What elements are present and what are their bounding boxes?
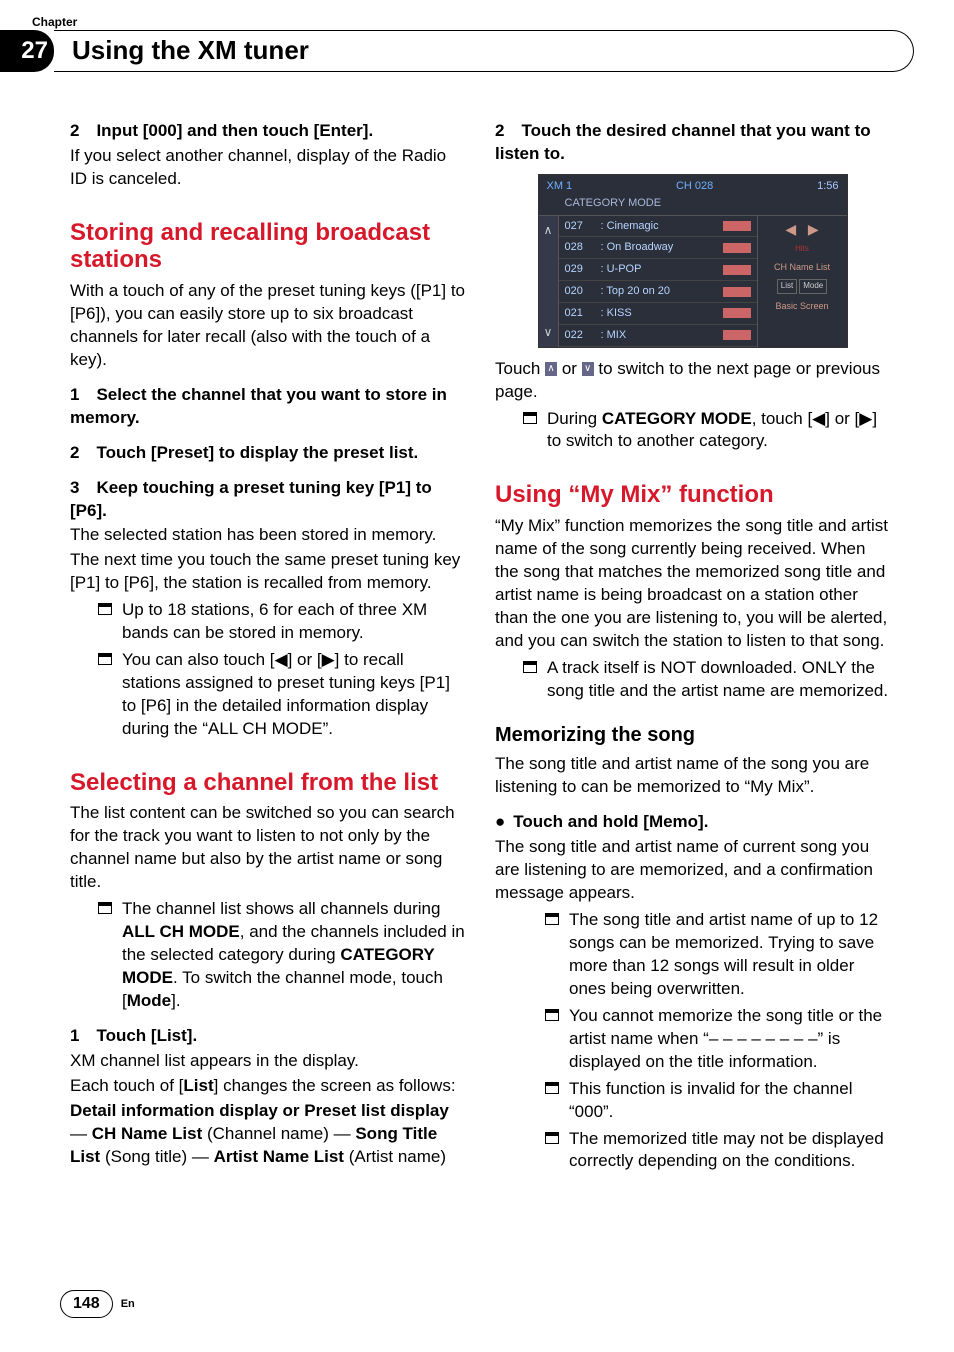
xm-screenshot: XM 1 CH 028 1:56 CATEGORY MODE ∧ ∨ 027: … — [538, 174, 848, 348]
memo-step: Touch and hold [Memo]. — [495, 811, 890, 834]
select-body: The list content can be switched so you … — [70, 802, 465, 894]
memo-note2: You cannot memorize the song title or th… — [495, 1005, 890, 1074]
store-step3-body1: The selected station has been stored in … — [70, 524, 465, 547]
ss-row[interactable]: 022: MIX — [559, 325, 757, 347]
ss-hits-label: Hits — [795, 244, 809, 255]
memo-note4: The memorized title may not be displayed… — [495, 1128, 890, 1174]
ss-ch-label: CH 028 — [676, 179, 713, 194]
memo-step-body: The song title and artist name of curren… — [495, 836, 890, 905]
store-step3: 3 Keep touching a preset tuning key [P1]… — [70, 477, 465, 523]
store-note1: Up to 18 stations, 6 for each of three X… — [70, 599, 465, 645]
ss-list-button[interactable]: List — [777, 279, 797, 294]
chapter-title-pill: Using the XM tuner — [54, 30, 914, 72]
select-flow: Detail information display or Preset lis… — [70, 1100, 465, 1169]
store-note2: You can also touch [◀] or [▶] to recall … — [70, 649, 465, 741]
store-step3-body2: The next time you touch the same preset … — [70, 549, 465, 595]
touch-scroll-body: Touch ∧ or ∨ to switch to the next page … — [495, 358, 890, 404]
ss-row[interactable]: 028: On Broadway — [559, 237, 757, 259]
ss-mode-label: CATEGORY MODE — [539, 196, 847, 216]
heading-selecting: Selecting a channel from the list — [70, 769, 465, 797]
storing-body: With a touch of any of the preset tuning… — [70, 280, 465, 372]
step-input-000: 2 Input [000] and then touch [Enter]. — [70, 120, 465, 143]
ss-basic-button[interactable]: Basic Screen — [775, 300, 828, 312]
heading-mymix: Using “My Mix” function — [495, 481, 890, 509]
mymix-body: “My Mix” function memorizes the song tit… — [495, 515, 890, 653]
select-step1-body1: XM channel list appears in the display. — [70, 1050, 465, 1073]
ss-row[interactable]: 020: Top 20 on 20 — [559, 281, 757, 303]
store-step2: 2 Touch [Preset] to display the preset l… — [70, 442, 465, 465]
note-icon — [523, 661, 537, 673]
right-triangle-icon: ▶ — [322, 650, 335, 669]
left-triangle-icon: ◀ — [812, 409, 825, 428]
page-footer: 148 En — [60, 1290, 135, 1318]
memo-note3: This function is invalid for the channel… — [495, 1078, 890, 1124]
ss-row[interactable]: 027: Cinemagic — [559, 216, 757, 238]
page-lang: En — [121, 1297, 135, 1312]
ss-right-panel: ◀ ▶ Hits CH Name List List Mode Basic Sc… — [757, 216, 847, 347]
heading-memorizing: Memorizing the song — [495, 722, 890, 749]
left-column: 2 Input [000] and then touch [Enter]. If… — [70, 120, 465, 1173]
right-triangle-icon: ▶ — [859, 409, 872, 428]
note-icon — [545, 1082, 559, 1094]
mymix-note: A track itself is NOT downloaded. ONLY t… — [495, 657, 890, 703]
select-note: The channel list shows all channels duri… — [70, 898, 465, 1013]
memo-note1: The song title and artist name of up to … — [495, 909, 890, 1001]
select-step1-body2: Each touch of [List] changes the screen … — [70, 1075, 465, 1098]
note-icon — [545, 1009, 559, 1021]
ss-mode-button[interactable]: Mode — [799, 279, 827, 294]
page-number: 148 — [60, 1290, 113, 1318]
right-column: 2 Touch the desired channel that you wan… — [495, 120, 890, 1173]
ss-scroll-bar[interactable]: ∧ ∨ — [539, 216, 559, 347]
category-mode-note: During CATEGORY MODE, touch [◀] or [▶] t… — [495, 408, 890, 454]
chapter-title: Using the XM tuner — [72, 33, 309, 68]
note-icon — [98, 902, 112, 914]
heading-storing: Storing and recalling broadcast stations — [70, 219, 465, 274]
ss-chname-button[interactable]: CH Name List — [774, 261, 830, 273]
up-arrow-icon[interactable]: ∧ — [544, 222, 553, 238]
memo-body: The song title and artist name of the so… — [495, 753, 890, 799]
chapter-label: Chapter — [32, 14, 77, 30]
store-step1: 1 Select the channel that you want to st… — [70, 384, 465, 430]
scroll-down-icon: ∨ — [582, 362, 594, 376]
note-icon — [545, 913, 559, 925]
ss-channel-list: 027: Cinemagic 028: On Broadway 029: U-P… — [559, 216, 757, 347]
down-arrow-icon[interactable]: ∨ — [544, 324, 553, 340]
step-input-000-body: If you select another channel, display o… — [70, 145, 465, 191]
chapter-number-badge: 27 — [0, 30, 54, 72]
ss-play-controls[interactable]: ◀ ▶ — [785, 220, 818, 239]
note-icon — [98, 653, 112, 665]
left-triangle-icon: ◀ — [275, 650, 288, 669]
select-step1: 1 Touch [List]. — [70, 1025, 465, 1048]
scroll-up-icon: ∧ — [545, 362, 557, 376]
note-icon — [98, 603, 112, 615]
ss-row[interactable]: 029: U-POP — [559, 259, 757, 281]
note-icon — [523, 412, 537, 424]
note-icon — [545, 1132, 559, 1144]
right-step2: 2 Touch the desired channel that you wan… — [495, 120, 890, 166]
ss-row[interactable]: 021: KISS — [559, 303, 757, 325]
ss-xm-label: XM 1 — [547, 179, 573, 194]
chapter-header: 27 Using the XM tuner — [0, 30, 954, 72]
ss-time: 1:56 — [817, 179, 838, 194]
